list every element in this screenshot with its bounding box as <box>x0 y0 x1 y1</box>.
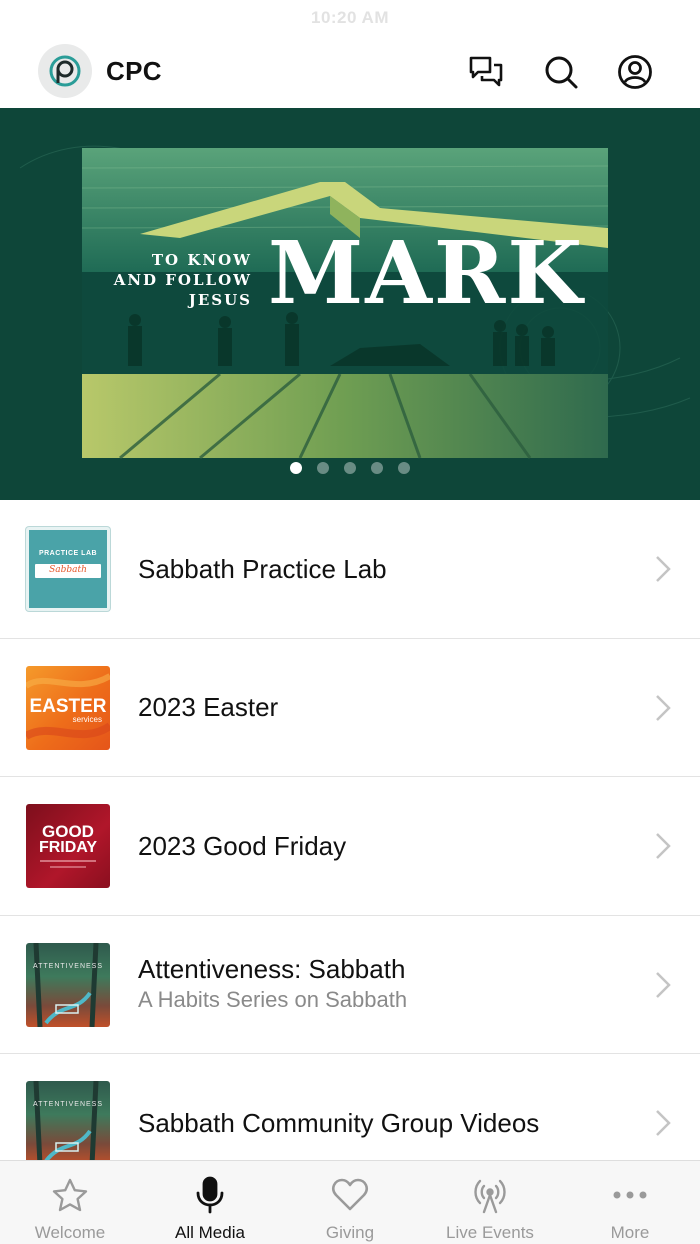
heart-icon <box>330 1175 370 1215</box>
tab-bar: Welcome All Media Giving Live Events Mor… <box>0 1160 700 1244</box>
item-title: Sabbath Community Group Videos <box>138 1108 540 1139</box>
account-icon[interactable] <box>615 52 655 92</box>
list-item[interactable]: PRACTICE LAB Sabbath Sabbath Practice La… <box>0 500 700 639</box>
tab-label: Live Events <box>446 1223 534 1242</box>
star-icon <box>50 1175 90 1215</box>
carousel-dot[interactable] <box>344 462 356 474</box>
item-text: Attentiveness: Sabbath A Habits Series o… <box>138 916 640 1054</box>
carousel-dot[interactable] <box>317 462 329 474</box>
microphone-icon <box>190 1175 230 1215</box>
thumbnail-attentiveness: ATTENTIVENESS <box>26 1081 110 1165</box>
tab-label: Welcome <box>34 1223 106 1242</box>
hero-carousel[interactable]: TO KNOW AND FOLLOW JESUS MARK <box>0 108 700 500</box>
item-title: 2023 Easter <box>138 692 279 723</box>
hero-kicker-line: TO KNOW <box>151 251 252 269</box>
carousel-dots <box>0 462 700 474</box>
chevron-right-icon <box>656 971 671 998</box>
tab-label: All Media <box>175 1223 245 1242</box>
item-title: 2023 Good Friday <box>138 830 347 861</box>
chat-bubbles-icon[interactable] <box>466 52 506 92</box>
carousel-dot[interactable] <box>398 462 410 474</box>
chevron-right-icon <box>656 556 671 582</box>
tab-all-media[interactable]: All Media <box>140 1161 280 1244</box>
thumb-text: FRIDAY <box>38 839 98 856</box>
hero-kicker: TO KNOW AND FOLLOW JESUS <box>108 250 252 310</box>
thumb-text: ATTENTIVENESS <box>32 962 104 970</box>
tab-more[interactable]: More <box>560 1161 700 1244</box>
hero-title: MARK <box>268 223 585 324</box>
status-bar: 10:20 AM <box>0 0 700 36</box>
tab-welcome[interactable]: Welcome <box>0 1161 140 1244</box>
broadcast-tower-icon <box>470 1175 510 1215</box>
thumbnail-good-friday: GOOD FRIDAY <box>26 804 110 888</box>
list-item[interactable]: EASTER services 2023 Easter <box>0 638 700 777</box>
media-list: PRACTICE LAB Sabbath Sabbath Practice La… <box>0 500 700 1193</box>
tab-live-events[interactable]: Live Events <box>420 1161 560 1244</box>
thumbnail-attentiveness: ATTENTIVENESS <box>26 942 110 1027</box>
thumb-text: Sabbath <box>49 565 87 575</box>
thumb-text: PRACTICE LAB <box>38 550 98 557</box>
app-header: CPC <box>0 36 700 108</box>
thumbnail-easter: EASTER services <box>26 665 110 750</box>
search-icon[interactable] <box>541 52 581 92</box>
thumbnail-practice-lab: PRACTICE LAB Sabbath <box>26 527 110 611</box>
cpc-logo-icon[interactable] <box>38 44 92 98</box>
hero-kicker-line: AND FOLLOW <box>113 271 252 289</box>
list-item[interactable]: GOOD FRIDAY 2023 Good Friday <box>0 777 700 916</box>
status-time: 10:20 AM <box>310 8 389 27</box>
item-subtitle: A Habits Series on Sabbath <box>138 987 408 1013</box>
chevron-right-icon <box>656 833 671 859</box>
thumb-text: ATTENTIVENESS <box>32 1101 104 1108</box>
tab-label: Giving <box>325 1223 375 1242</box>
hero-kicker-line: JESUS <box>188 291 252 309</box>
chevron-right-icon <box>656 694 671 721</box>
app-title: CPC <box>106 56 162 86</box>
more-dots-icon <box>610 1175 650 1215</box>
carousel-dot[interactable] <box>371 462 383 474</box>
carousel-dot[interactable] <box>290 462 302 474</box>
tab-giving[interactable]: Giving <box>280 1161 420 1244</box>
list-item[interactable]: ATTENTIVENESS Attentiveness: Sabbath A H… <box>0 915 700 1054</box>
item-title: Attentiveness: Sabbath <box>138 954 406 985</box>
item-title: Sabbath Practice Lab <box>138 553 387 584</box>
thumb-text: services <box>72 714 102 724</box>
item-text: 2023 Good Friday <box>138 777 640 915</box>
tab-label: More <box>610 1223 650 1242</box>
item-text: 2023 Easter <box>138 639 640 777</box>
item-text: Sabbath Practice Lab <box>138 500 640 638</box>
chevron-right-icon <box>656 1110 671 1136</box>
